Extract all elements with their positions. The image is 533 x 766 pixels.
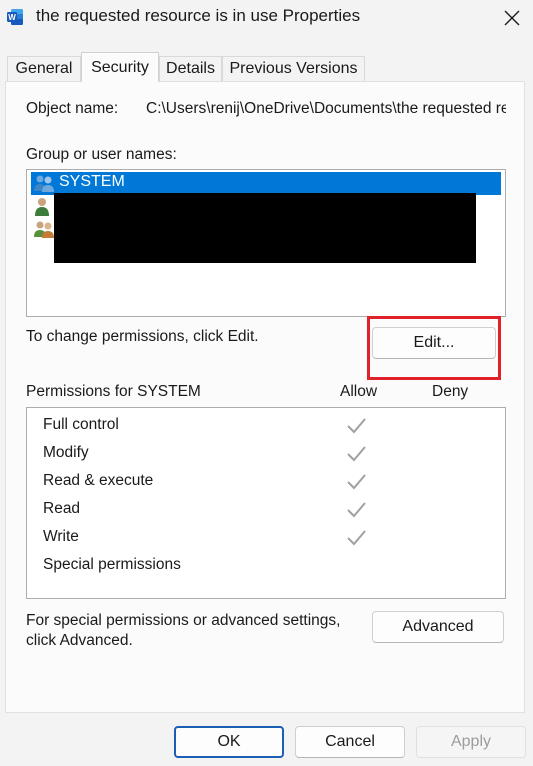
check-icon xyxy=(347,530,366,546)
change-permissions-hint: To change permissions, click Edit. xyxy=(26,328,259,345)
check-icon xyxy=(347,502,366,518)
ok-button[interactable]: OK xyxy=(174,726,284,758)
deny-header: Deny xyxy=(432,383,469,400)
tab-security[interactable]: Security xyxy=(81,52,159,82)
user-group-icon xyxy=(34,175,54,192)
permission-name: Modify xyxy=(43,444,89,461)
check-icon xyxy=(347,446,366,462)
window-title: the requested resource is in use Propert… xyxy=(36,6,361,25)
close-button[interactable] xyxy=(496,4,528,32)
allow-header: Allow xyxy=(340,383,378,400)
check-icon xyxy=(347,474,366,490)
close-icon xyxy=(504,10,520,26)
permission-name: Read xyxy=(43,500,81,517)
title-bar: W the requested resource is in use Prope… xyxy=(0,0,533,36)
special-permissions-hint-2: click Advanced. xyxy=(26,632,133,649)
permission-row: Read & execute xyxy=(43,470,503,494)
permission-row: Full control xyxy=(43,414,503,438)
word-document-icon: W xyxy=(7,9,23,25)
permission-row: Read xyxy=(43,498,503,522)
advanced-button[interactable]: Advanced xyxy=(372,611,504,643)
edit-button[interactable]: Edit... xyxy=(372,327,496,359)
permission-name: Write xyxy=(43,528,79,545)
cancel-button[interactable]: Cancel xyxy=(295,726,405,758)
special-permissions-hint: For special permissions or advanced sett… xyxy=(26,612,341,629)
tab-general[interactable]: General xyxy=(7,56,81,81)
tab-details[interactable]: Details xyxy=(159,56,222,81)
permission-name: Read & execute xyxy=(43,472,154,489)
users-icon xyxy=(34,221,54,238)
permission-row: Write xyxy=(43,526,503,550)
svg-text:W: W xyxy=(8,13,16,22)
permission-name: Full control xyxy=(43,416,119,433)
user-name: SYSTEM xyxy=(59,173,125,190)
object-name-label: Object name: xyxy=(26,100,119,117)
permission-row: Special permissions xyxy=(43,554,503,578)
permissions-list: Full control Modify Read & execute Read … xyxy=(26,407,506,599)
object-name-value: C:\Users\renij\OneDrive\Documents\the re… xyxy=(146,100,506,117)
security-panel: Object name: C:\Users\renij\OneDrive\Doc… xyxy=(5,81,525,713)
redaction-block xyxy=(54,193,476,263)
permission-name: Special permissions xyxy=(43,556,181,573)
permissions-for-label: Permissions for SYSTEM xyxy=(26,383,201,400)
user-icon xyxy=(35,198,49,216)
check-icon xyxy=(347,418,366,434)
tab-previous-versions[interactable]: Previous Versions xyxy=(222,56,365,81)
user-list[interactable]: SYSTEM xyxy=(26,169,506,317)
tab-strip: General Security Details Previous Versio… xyxy=(0,52,533,82)
apply-button[interactable]: Apply xyxy=(416,726,526,758)
user-row-system[interactable]: SYSTEM xyxy=(31,172,501,195)
properties-dialog: W the requested resource is in use Prope… xyxy=(0,0,533,766)
group-user-label: Group or user names: xyxy=(26,146,177,163)
permission-row: Modify xyxy=(43,442,503,466)
